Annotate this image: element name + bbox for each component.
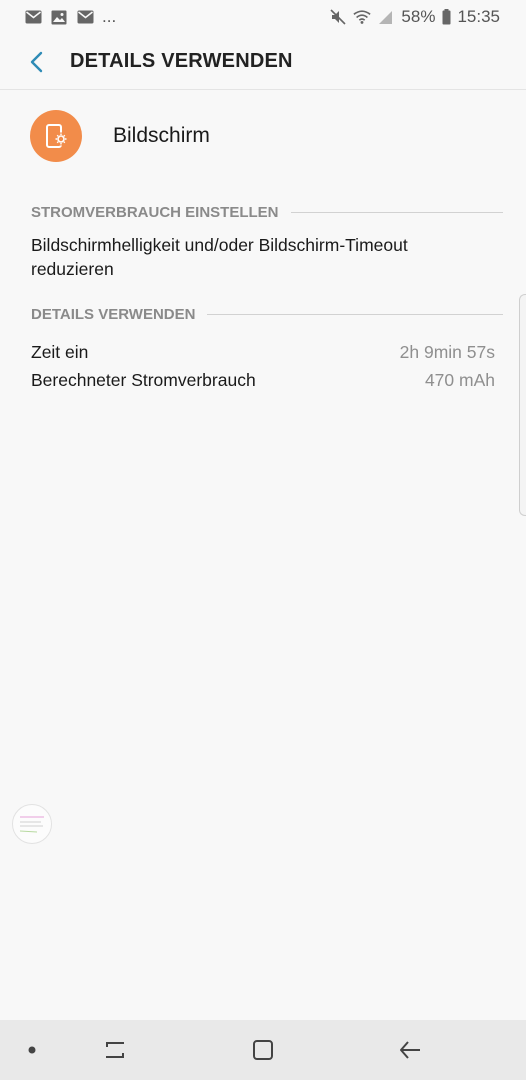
detail-row-time-on: Zeit ein 2h 9min 57s (31, 338, 495, 366)
status-bar: ... 58% 15:35 (0, 0, 526, 34)
mail-icon (76, 9, 94, 25)
more-notifications: ... (102, 7, 117, 26)
mute-icon (329, 9, 347, 25)
battery-icon (441, 9, 451, 25)
detail-label: Zeit ein (31, 341, 89, 362)
app-bar: DETAILS VERWENDEN (0, 34, 526, 90)
clock: 15:35 (457, 7, 500, 26)
app-name: Bildschirm (113, 124, 210, 147)
chevron-left-icon (30, 51, 43, 72)
signal-icon (377, 9, 395, 25)
back-icon[interactable] (394, 1036, 426, 1064)
section-header-details: DETAILS VERWENDEN (31, 303, 503, 325)
detail-row-power-usage: Berechneter Stromverbrauch 470 mAh (31, 366, 495, 394)
dot-icon[interactable] (24, 1042, 40, 1058)
battery-percent: 58% (401, 7, 436, 26)
home-icon[interactable] (248, 1036, 278, 1064)
power-tip-text: Bildschirmhelligkeit und/oder Bildschirm… (31, 235, 408, 279)
section-header-power: STROMVERBRAUCH EINSTELLEN (31, 201, 503, 223)
system-icons: 58% 15:35 (329, 7, 500, 27)
notification-icons: ... (24, 7, 116, 27)
floating-preview-bubble[interactable] (12, 804, 52, 844)
detail-label: Berechneter Stromverbrauch (31, 369, 256, 390)
mail-icon (24, 9, 42, 25)
page-title: DETAILS VERWENDEN (70, 50, 293, 72)
image-icon (50, 9, 68, 25)
section-header-label: STROMVERBRAUCH EINSTELLEN (31, 203, 279, 221)
edge-panel-handle[interactable] (519, 294, 526, 516)
recent-apps-icon[interactable] (100, 1036, 130, 1064)
app-header: Bildschirm (0, 104, 526, 168)
back-button[interactable] (24, 48, 48, 76)
section-divider (290, 211, 503, 213)
navigation-bar (0, 1020, 526, 1080)
screen-settings-icon (30, 110, 82, 162)
section-divider (207, 313, 503, 315)
detail-value: 470 mAh (424, 369, 495, 390)
section-header-label: DETAILS VERWENDEN (31, 305, 196, 323)
wifi-icon (353, 9, 372, 25)
detail-value: 2h 9min 57s (399, 341, 495, 362)
